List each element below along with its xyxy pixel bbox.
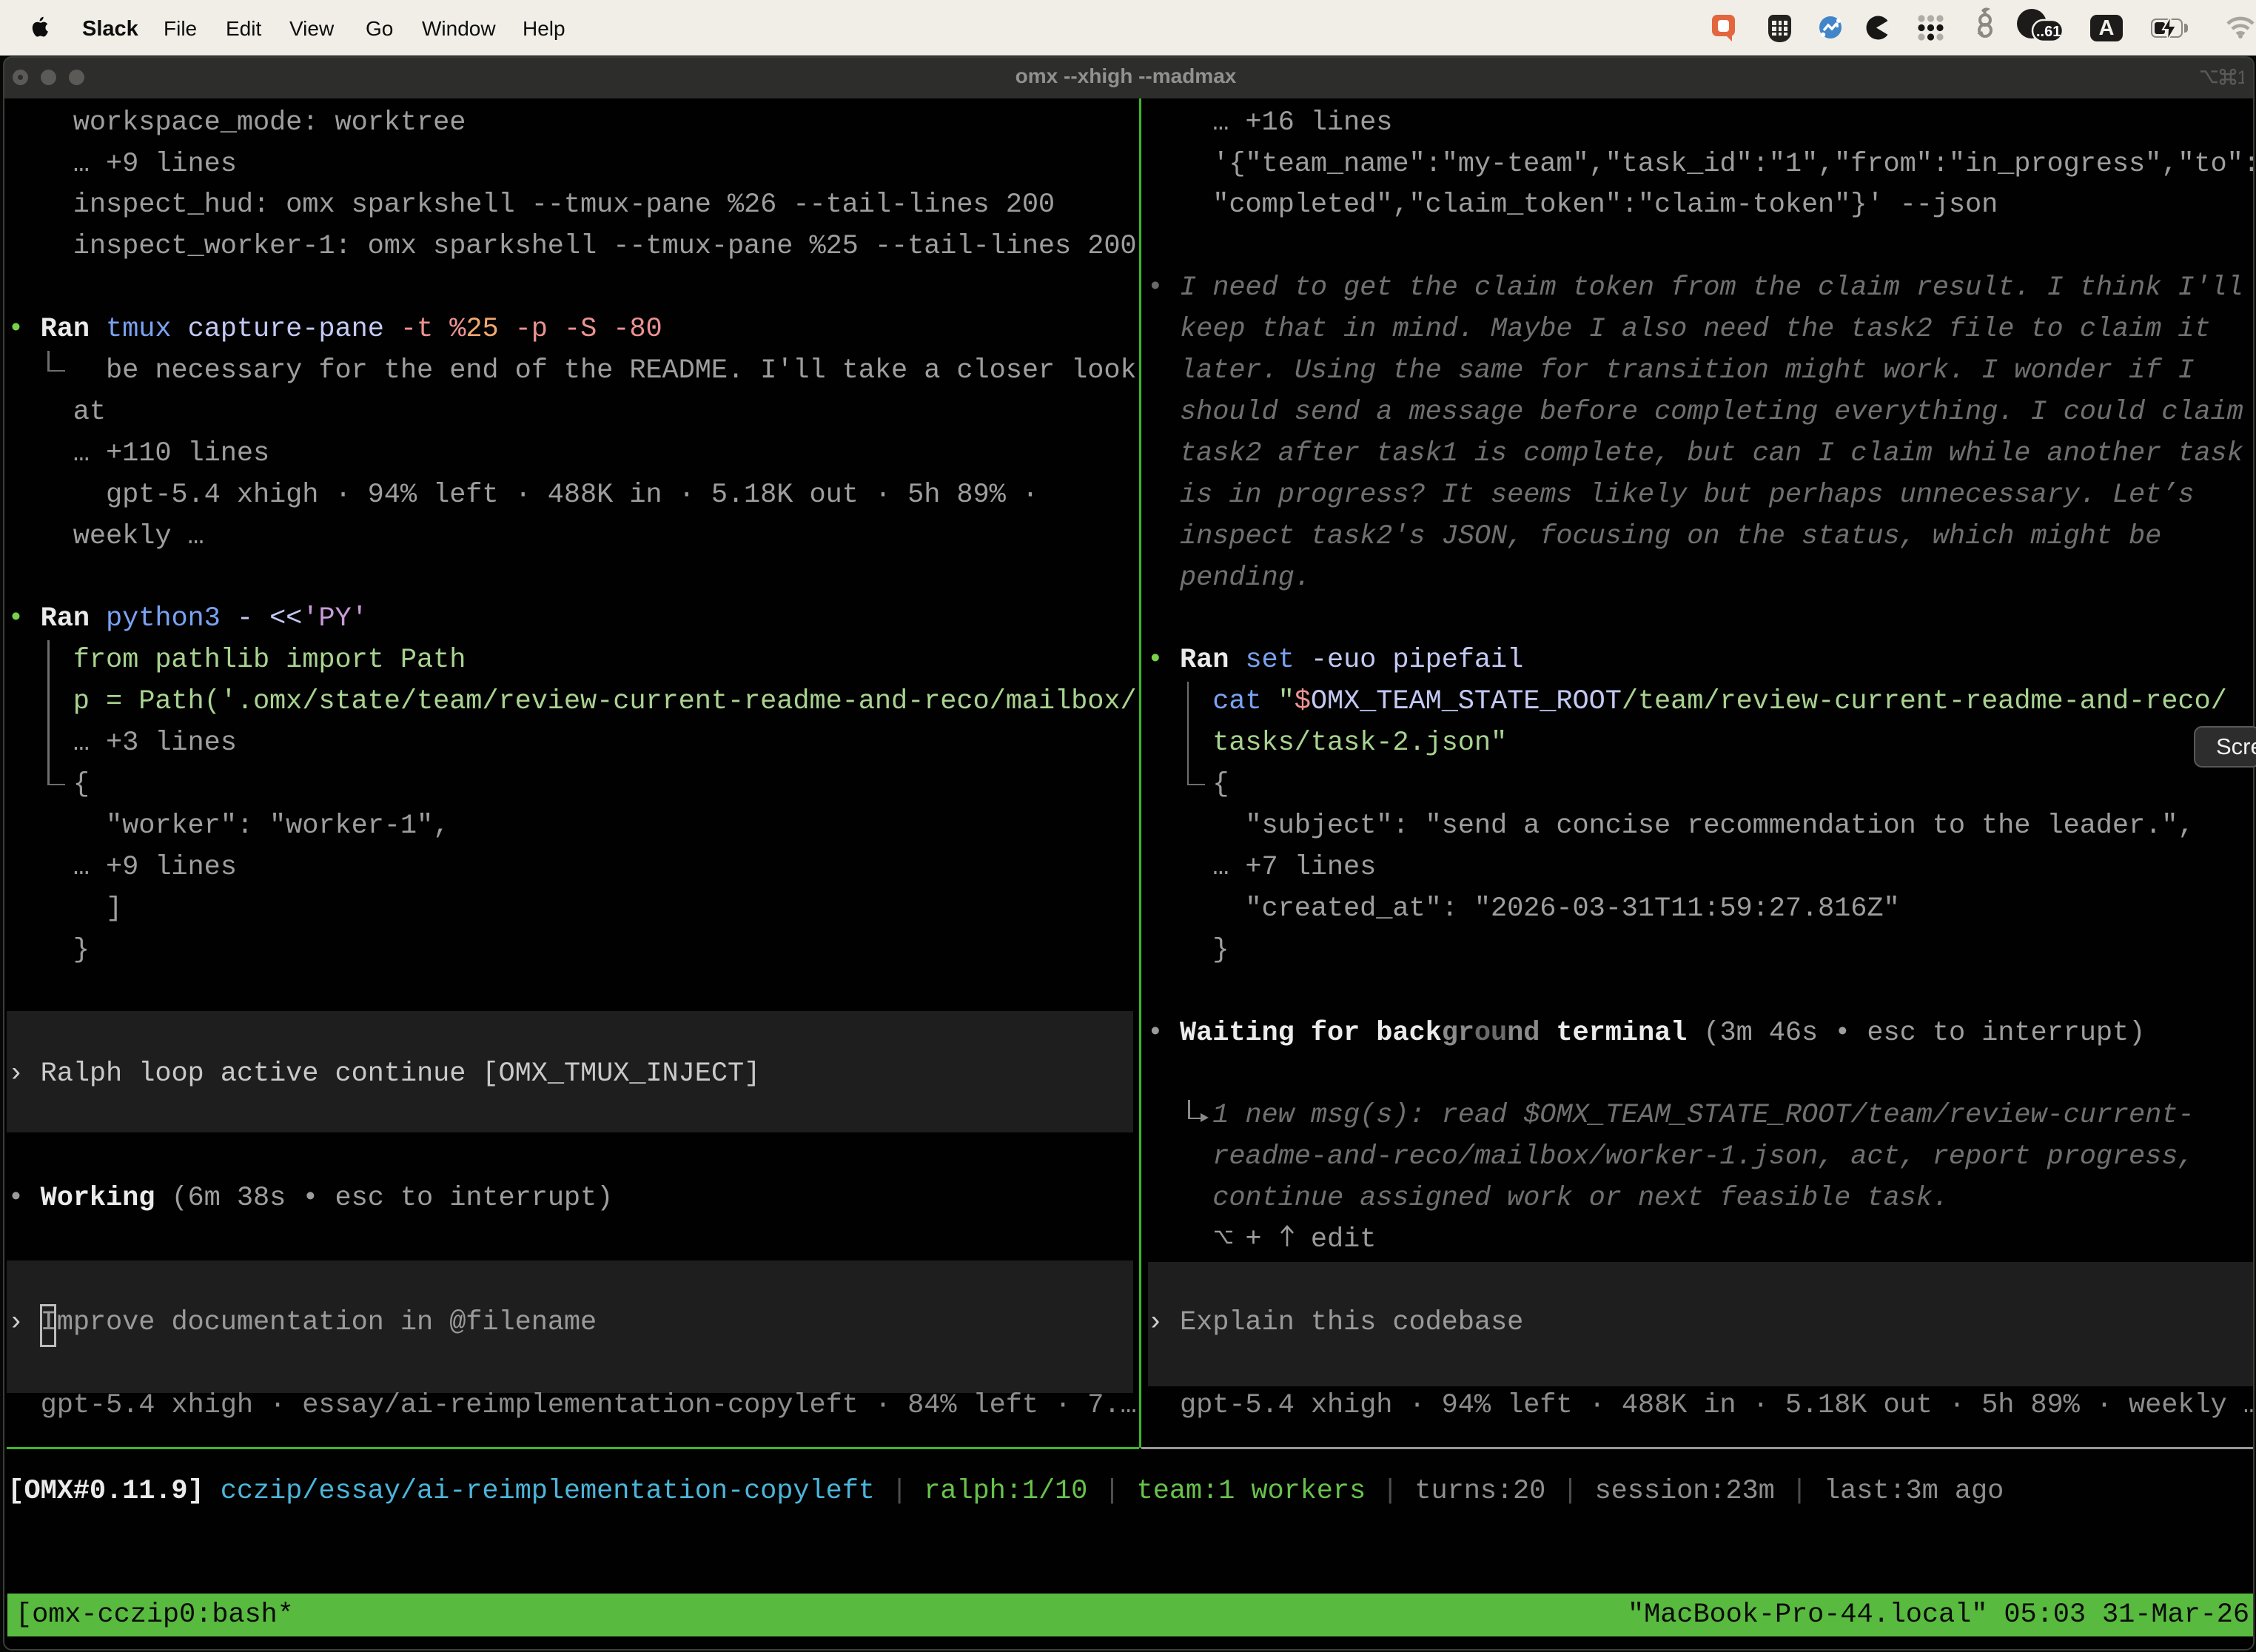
svg-text:..61: ..61 <box>2036 24 2061 40</box>
svg-text:1: 1 <box>2237 67 2245 87</box>
